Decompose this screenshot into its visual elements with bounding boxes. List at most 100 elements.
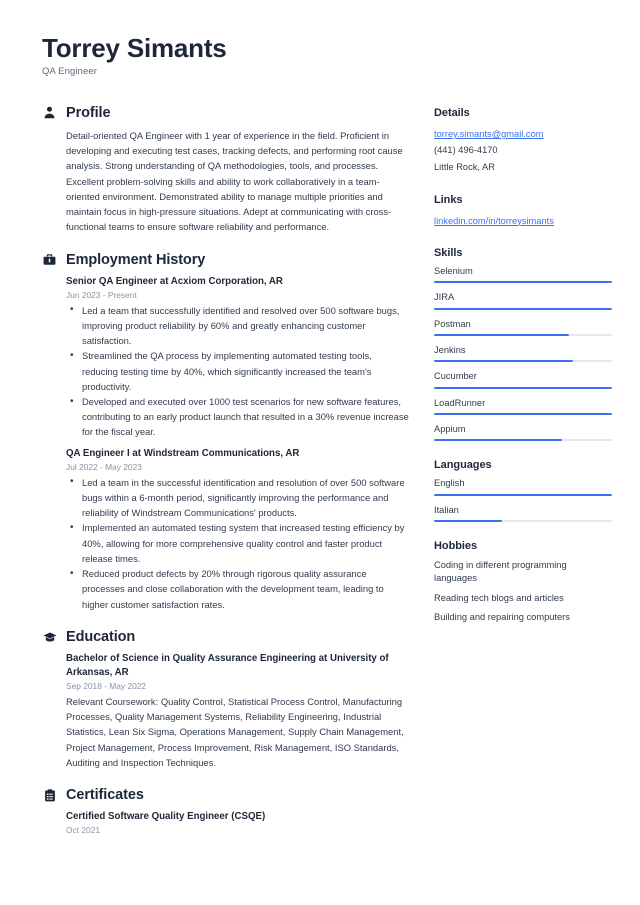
education-entry-date: Sep 2018 - May 2022 — [66, 681, 147, 691]
skill-rating-fill — [434, 333, 570, 337]
briefcase-icon — [42, 252, 57, 267]
section-body-employment: Senior QA Engineer at Acxiom Corporation… — [42, 275, 410, 612]
sidebar-block-links: Links linkedin.com/in/torreysimants — [434, 194, 612, 230]
section-header-profile: Profile — [42, 105, 410, 121]
skill-row: LoadRunner — [434, 397, 612, 416]
section-title-certificates: Certificates — [66, 787, 144, 804]
skill-rating-fill — [434, 307, 612, 310]
certificate-entry-title: Certified Software Quality Engineer (CSQ… — [66, 811, 266, 823]
skill-label: JIRA — [434, 292, 455, 303]
resume-columns: Profile Detail-oriented QA Engineer with… — [42, 105, 612, 852]
skill-label: Jenkins — [434, 345, 466, 356]
list-item: Developed and executed over 1000 test sc… — [66, 394, 410, 440]
skill-rating-track — [434, 307, 612, 310]
skill-label: Selenium — [434, 266, 473, 277]
skill-rating-track — [434, 281, 612, 284]
section-employment-history: Employment History Senior QA Engineer at… — [42, 252, 410, 612]
phone-number: (441) 496-4170 — [434, 145, 498, 156]
hobby-item: Coding in different programming language… — [434, 560, 567, 584]
section-title-employment: Employment History — [66, 251, 206, 268]
skill-rating-track — [434, 439, 612, 442]
skill-rating-track — [434, 386, 612, 389]
employment-entry-bullets: Led a team that successfully identified … — [66, 302, 410, 440]
list-item: Implemented an automated testing system … — [66, 520, 410, 566]
resume-page: Torrey Simants QA Engineer Profile Detai… — [0, 0, 640, 905]
list-item: Led a team in the successful identificat… — [66, 474, 410, 521]
skill-row: JIRA — [434, 292, 612, 310]
employment-entry: Senior QA Engineer at Acxiom Corporation… — [66, 275, 410, 440]
list-item: Reduced product defects by 20% through r… — [66, 566, 410, 612]
section-header-education: Education — [42, 629, 410, 645]
skill-row: Selenium — [434, 266, 612, 284]
graduation-cap-icon — [42, 629, 57, 644]
language-label: Italian — [434, 504, 459, 515]
language-rating-fill — [434, 519, 502, 523]
skill-label: Cucumber — [434, 371, 477, 382]
sidebar-block-skills: Skills Selenium JIRA Postman Jenkins Cuc… — [434, 247, 612, 442]
section-title-education: Education — [66, 628, 136, 645]
linkedin-link[interactable]: linkedin.com/in/torreysimants — [434, 213, 612, 230]
skill-label: LoadRunner — [434, 397, 486, 408]
sidebar-block-details: Details torrey.simants@gmail.com (441) 4… — [434, 107, 612, 176]
section-body-education: Bachelor of Science in Quality Assurance… — [42, 652, 410, 770]
profile-text: Detail-oriented QA Engineer with 1 year … — [66, 129, 403, 233]
skill-rating-fill — [434, 386, 612, 389]
hobby-item: Reading tech blogs and articles — [434, 592, 564, 603]
skill-row: Appium — [434, 424, 612, 442]
section-profile: Profile Detail-oriented QA Engineer with… — [42, 105, 410, 235]
user-icon — [42, 105, 57, 120]
language-row: Italian — [434, 504, 612, 523]
sidebar-title-links: Links — [434, 193, 463, 206]
certificate-entry-date: Oct 2021 — [66, 825, 100, 836]
skill-rating-fill — [434, 412, 612, 416]
section-header-certificates: Certificates — [42, 787, 410, 803]
candidate-name: Torrey Simants — [42, 33, 227, 63]
email-link[interactable]: torrey.simants@gmail.com — [434, 126, 612, 143]
section-body-certificates: Certified Software Quality Engineer (CSQ… — [42, 810, 410, 835]
location: Little Rock, AR — [434, 161, 495, 172]
section-certificates: Certificates Certified Software Quality … — [42, 787, 410, 835]
employment-entry-bullets: Led a team in the successful identificat… — [66, 474, 410, 612]
skill-label: Postman — [434, 318, 471, 329]
candidate-job-title: QA Engineer — [42, 65, 97, 77]
sidebar-column: Details torrey.simants@gmail.com (441) 4… — [434, 105, 612, 642]
certificate-icon — [42, 788, 57, 803]
employment-entry-title: Senior QA Engineer at Acxiom Corporation… — [66, 275, 283, 287]
skill-row: Cucumber — [434, 371, 612, 389]
certificate-entry: Certified Software Quality Engineer (CSQ… — [66, 810, 410, 835]
section-education: Education Bachelor of Science in Quality… — [42, 629, 410, 770]
list-item: Led a team that successfully identified … — [66, 302, 410, 349]
sidebar-title-skills: Skills — [434, 247, 463, 260]
sidebar-block-hobbies: Hobbies Coding in different programming … — [434, 540, 612, 624]
sidebar-title-hobbies: Hobbies — [434, 540, 478, 553]
language-row: English — [434, 478, 612, 496]
language-rating-fill — [434, 493, 612, 496]
skill-rating-fill — [434, 439, 563, 442]
education-entry: Bachelor of Science in Quality Assurance… — [66, 652, 410, 770]
resume-header: Torrey Simants QA Engineer — [42, 33, 598, 77]
employment-entry-title: QA Engineer I at Windstream Communicatio… — [66, 447, 300, 459]
hobby-item: Building and repairing computers — [434, 611, 570, 622]
skill-label: Appium — [434, 424, 466, 435]
skill-rating-track — [434, 360, 612, 363]
skill-row: Jenkins — [434, 345, 612, 363]
language-label: English — [434, 478, 465, 489]
sidebar-title-languages: Languages — [434, 459, 492, 472]
list-item: Streamlined the QA process by implementi… — [66, 348, 410, 394]
main-column: Profile Detail-oriented QA Engineer with… — [42, 105, 410, 852]
sidebar-block-languages: Languages English Italian — [434, 459, 612, 523]
section-title-profile: Profile — [66, 104, 111, 121]
section-body-profile: Detail-oriented QA Engineer with 1 year … — [42, 128, 410, 235]
skill-rating-track — [434, 412, 612, 416]
skill-rating-fill — [434, 281, 612, 284]
sidebar-title-details: Details — [434, 106, 470, 119]
employment-entry-date: Jun 2023 - Present — [66, 289, 137, 300]
employment-entry-date: Jul 2022 - May 2023 — [66, 461, 142, 472]
section-header-employment: Employment History — [42, 252, 410, 268]
language-rating-track — [434, 493, 612, 496]
employment-entry: QA Engineer I at Windstream Communicatio… — [66, 447, 410, 612]
language-rating-track — [434, 519, 612, 523]
skill-rating-fill — [434, 360, 573, 363]
skill-row: Postman — [434, 318, 612, 337]
education-entry-description: Relevant Coursework: Quality Control, St… — [66, 696, 404, 768]
